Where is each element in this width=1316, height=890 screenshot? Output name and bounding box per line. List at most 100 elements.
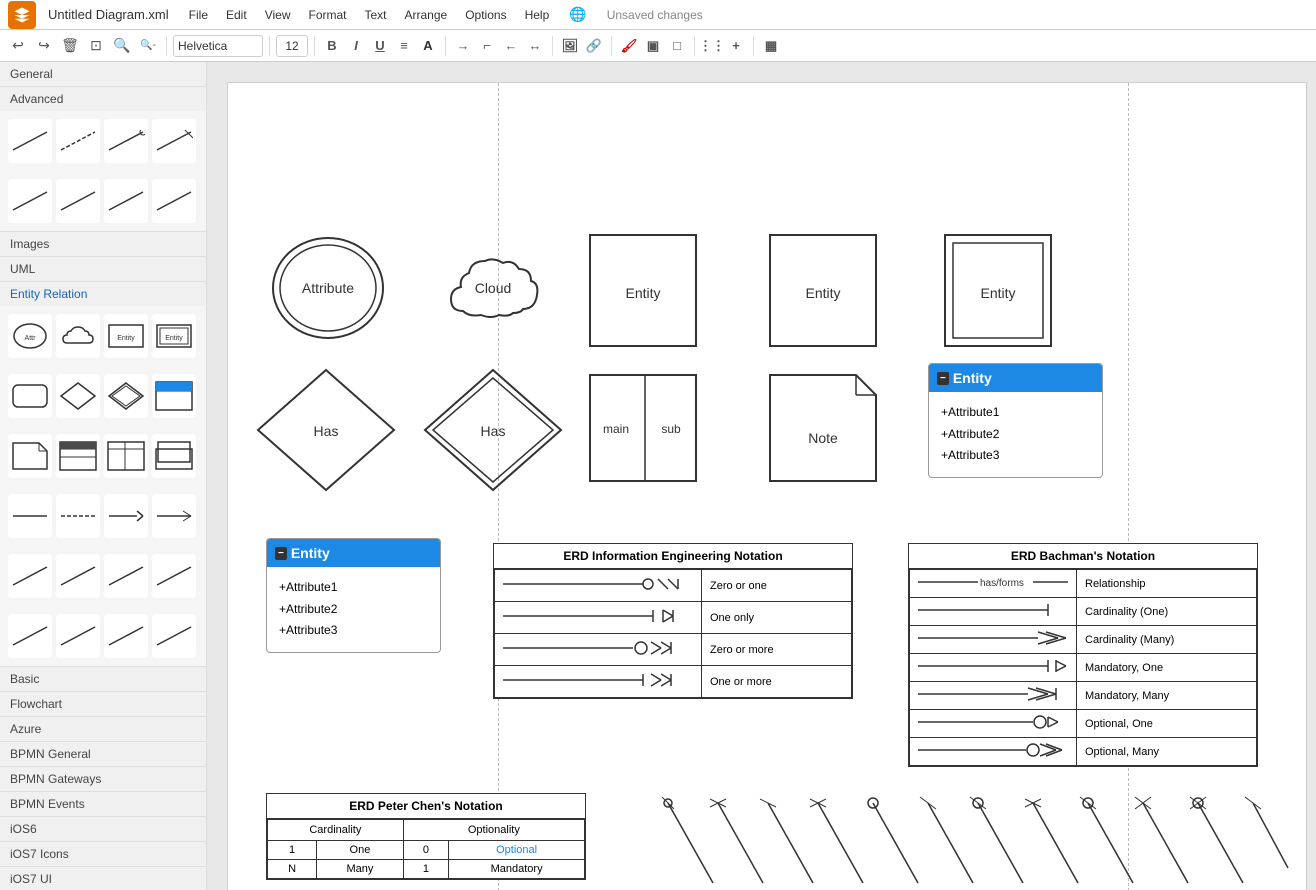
entity-plain-box2[interactable]: Entity [768,233,878,348]
shape-diag7[interactable] [104,179,148,223]
er-line-1[interactable] [8,494,52,538]
chen-notation-table: ERD Peter Chen's Notation Cardinality Op… [266,793,586,880]
arrow-both-button[interactable]: ↔ [524,35,546,57]
sidebar-item-ios6[interactable]: iOS6 [0,817,206,841]
chen-r2-c4: Mandatory [449,860,585,879]
fill-bg-button[interactable]: ▣ [642,35,664,57]
sidebar-section-general: General [0,62,206,87]
undo-button[interactable]: ↩ [6,34,30,58]
grid-button[interactable]: ⋮⋮ [701,35,723,57]
sidebar-section-entity-relation: Entity Relation Attr Entity [0,282,206,667]
shape-diag8[interactable] [152,179,196,223]
sidebar-item-ios7-icons[interactable]: iOS7 Icons [0,842,206,866]
er-shape-wide-table[interactable] [104,434,148,478]
rect-button[interactable]: □ [666,35,688,57]
menu-help[interactable]: Help [517,6,558,24]
sidebar-item-bpmn-events[interactable]: BPMN Events [0,792,206,816]
bold-button[interactable]: B [321,35,343,57]
er-shape-table2[interactable] [56,434,100,478]
menu-options[interactable]: Options [457,6,514,24]
menu-arrange[interactable]: Arrange [397,6,456,24]
er-diag8[interactable] [152,614,196,658]
has-diamond-2[interactable]: Has [423,368,563,493]
zoom-out-button[interactable]: 🔍- [136,34,160,58]
er-diag7[interactable] [104,614,148,658]
link-button[interactable]: 🔗 [583,35,605,57]
attribute-shape[interactable]: Attribute [268,233,388,343]
er-diag1[interactable] [8,554,52,598]
er-line-2[interactable] [56,494,100,538]
sidebar-item-ios7-ui[interactable]: iOS7 UI [0,867,206,890]
menu-edit[interactable]: Edit [218,6,255,24]
er-shape-entity-simple[interactable]: Entity [104,314,148,358]
entity-plain-box[interactable]: Entity [588,233,698,348]
er-shape-entity-double[interactable]: Entity [152,314,196,358]
sidebar-item-advanced[interactable]: Advanced [0,87,206,111]
sidebar-item-images[interactable]: Images [0,232,206,256]
note-shape[interactable]: Note [768,373,878,483]
menu-text[interactable]: Text [357,6,395,24]
entity-relation-grid: Attr Entity Entity [0,306,206,366]
menu-file[interactable]: File [181,6,216,24]
er-line-4[interactable] [152,494,196,538]
font-selector[interactable] [173,35,263,57]
blue-entity-right[interactable]: − Entity +Attribute1 +Attribute2 +Attrib… [928,363,1103,533]
image-button[interactable]: 🖼 [559,35,581,57]
er-shape-diamond[interactable] [56,374,100,418]
er-shape-diamond-double[interactable] [104,374,148,418]
sidebar-item-entity-relation[interactable]: Entity Relation [0,282,206,306]
canvas-area[interactable]: Attribute Cloud Entity [207,62,1316,890]
er-shape-double-table[interactable] [152,434,196,478]
sidebar-item-uml[interactable]: UML [0,257,206,281]
italic-button[interactable]: I [345,35,367,57]
sidebar-item-basic[interactable]: Basic [0,667,206,691]
er-diag2[interactable] [56,554,100,598]
entity-double-box[interactable]: Entity [943,233,1053,348]
canvas[interactable]: Attribute Cloud Entity [227,82,1307,890]
er-diag6[interactable] [56,614,100,658]
er-diag5[interactable] [8,614,52,658]
cloud-shape[interactable]: Cloud [443,241,543,336]
bachman-row-card-one: Cardinality (One) [910,598,1257,626]
er-shape-attribute[interactable]: Attr [8,314,52,358]
shape-diag5[interactable] [8,179,52,223]
menu-format[interactable]: Format [300,6,354,24]
er-line-3[interactable] [104,494,148,538]
shape-diag6[interactable] [56,179,100,223]
shape-diag3[interactable] [104,119,148,163]
arrow-right-button[interactable]: → [452,35,474,57]
er-shape-entity-rounded[interactable] [8,374,52,418]
align-button[interactable]: ≡ [393,35,415,57]
er-shape-note[interactable] [8,434,52,478]
er-shape-table[interactable] [152,374,196,418]
underline-button[interactable]: U [369,35,391,57]
chen-r1-c2: One [317,841,404,860]
delete-button[interactable]: 🗑 [58,34,82,58]
sidebar-item-bpmn-general[interactable]: BPMN General [0,742,206,766]
sidebar-item-azure[interactable]: Azure [0,717,206,741]
er-diag3[interactable] [104,554,148,598]
shape-diag4[interactable] [152,119,196,163]
arrow-left-button[interactable]: ← [500,35,522,57]
shape-diag1[interactable] [8,119,52,163]
blue-entity-left[interactable]: − Entity +Attribute1 +Attribute2 +Attrib… [266,538,441,708]
sidebar-section-azure: Azure [0,717,206,742]
zoom-in-button[interactable]: 🔍 [110,34,134,58]
er-diag4[interactable] [152,554,196,598]
fill-color-button[interactable]: 🖌 [618,35,640,57]
sidebar-item-general[interactable]: General [0,62,206,86]
font-color-button[interactable]: A [417,35,439,57]
has-diamond-1[interactable]: Has [256,368,396,493]
panel-button[interactable]: ▦ [760,35,782,57]
sidebar-item-flowchart[interactable]: Flowchart [0,692,206,716]
fit-button[interactable]: ⊡ [84,34,108,58]
menu-view[interactable]: View [257,6,299,24]
font-size-input[interactable] [276,35,308,57]
er-shape-cloud[interactable] [56,314,100,358]
connector-button[interactable]: ⌐ [476,35,498,57]
sidebar-item-bpmn-gateways[interactable]: BPMN Gateways [0,767,206,791]
split-entity-shape[interactable]: main sub [588,373,698,483]
add-button[interactable]: + [725,35,747,57]
redo-button[interactable]: ↪ [32,34,56,58]
shape-diag2[interactable] [56,119,100,163]
